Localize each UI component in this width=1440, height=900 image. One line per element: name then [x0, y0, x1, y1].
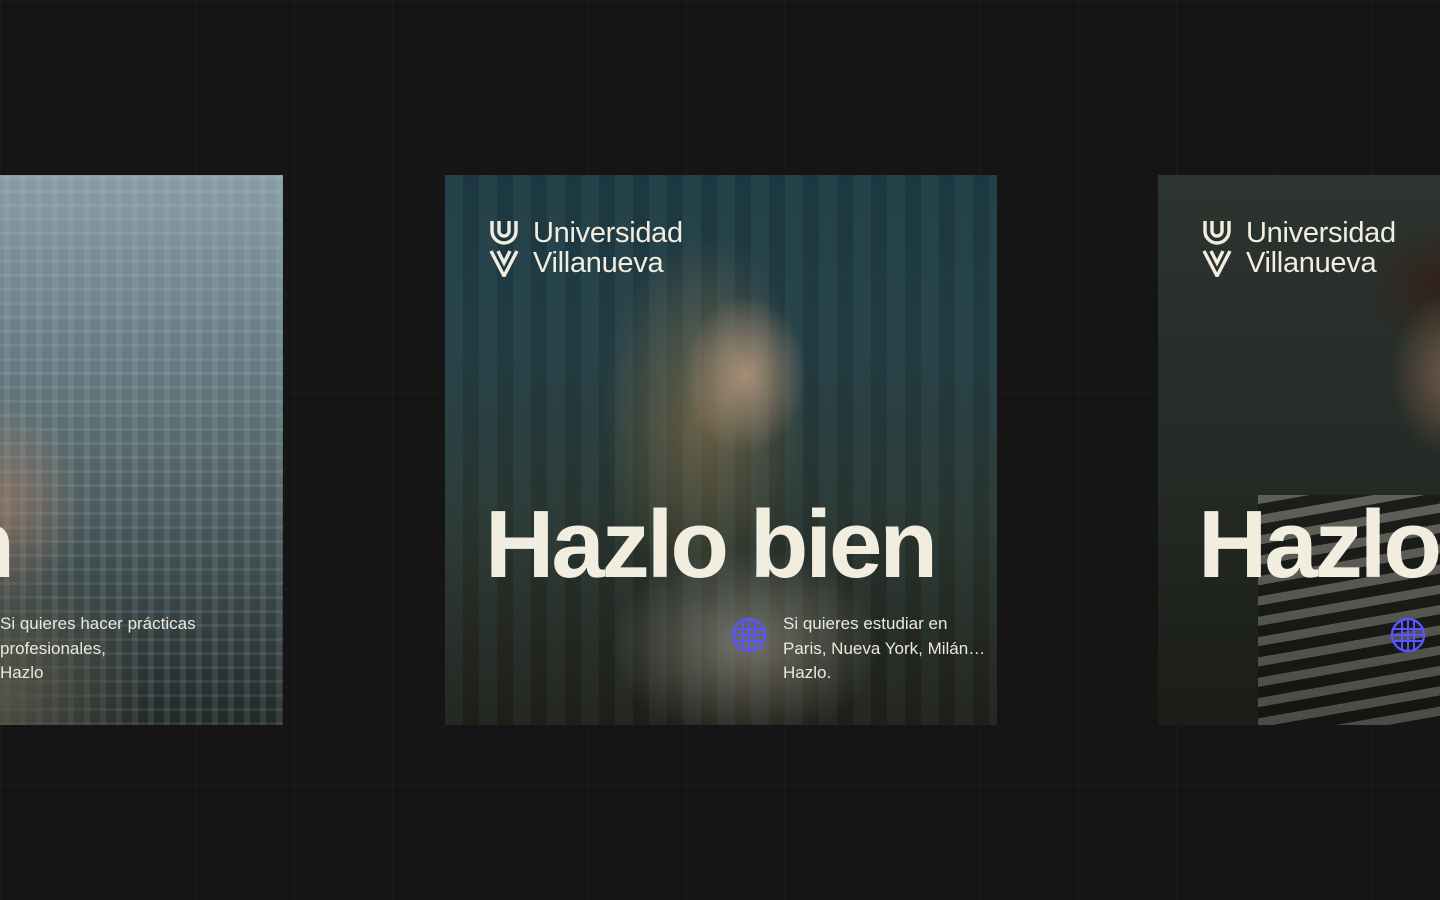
- ad-caption: Si quieres estudiar en Paris, Nueva York…: [731, 612, 997, 686]
- ad-card-internships: Hazlo bien Si quieres hacer prácticas pr…: [0, 175, 283, 725]
- university-logo: Universidad Villanueva: [1202, 217, 1396, 279]
- ad-card-third: Universidad Villanueva Hazlo: [1158, 175, 1440, 725]
- university-logo: Universidad Villanueva: [489, 217, 683, 279]
- universidad-villanueva-logo-icon: [489, 221, 519, 277]
- globe-icon: [1390, 617, 1426, 653]
- ad-headline: Hazlo bien: [0, 495, 15, 595]
- ad-caption-text: Si quieres estudiar en Paris, Nueva York…: [783, 614, 986, 682]
- showcase-stage: Hazlo bien Si quieres hacer prácticas pr…: [0, 0, 1440, 900]
- university-name: Universidad Villanueva: [1246, 217, 1396, 279]
- ad-caption-text: Si quieres hacer prácticas profesionales…: [0, 614, 196, 682]
- ad-card-study-abroad: Universidad Villanueva Hazlo bien Si qui…: [445, 175, 997, 725]
- university-name: Universidad Villanueva: [533, 217, 683, 279]
- ad-caption: [1390, 612, 1426, 653]
- universidad-villanueva-logo-icon: [1202, 221, 1232, 277]
- globe-icon: [731, 617, 767, 653]
- ad-headline: Hazlo bien: [485, 491, 938, 598]
- ad-caption: Si quieres hacer prácticas profesionales…: [0, 612, 230, 686]
- ad-headline: Hazlo: [1198, 491, 1440, 598]
